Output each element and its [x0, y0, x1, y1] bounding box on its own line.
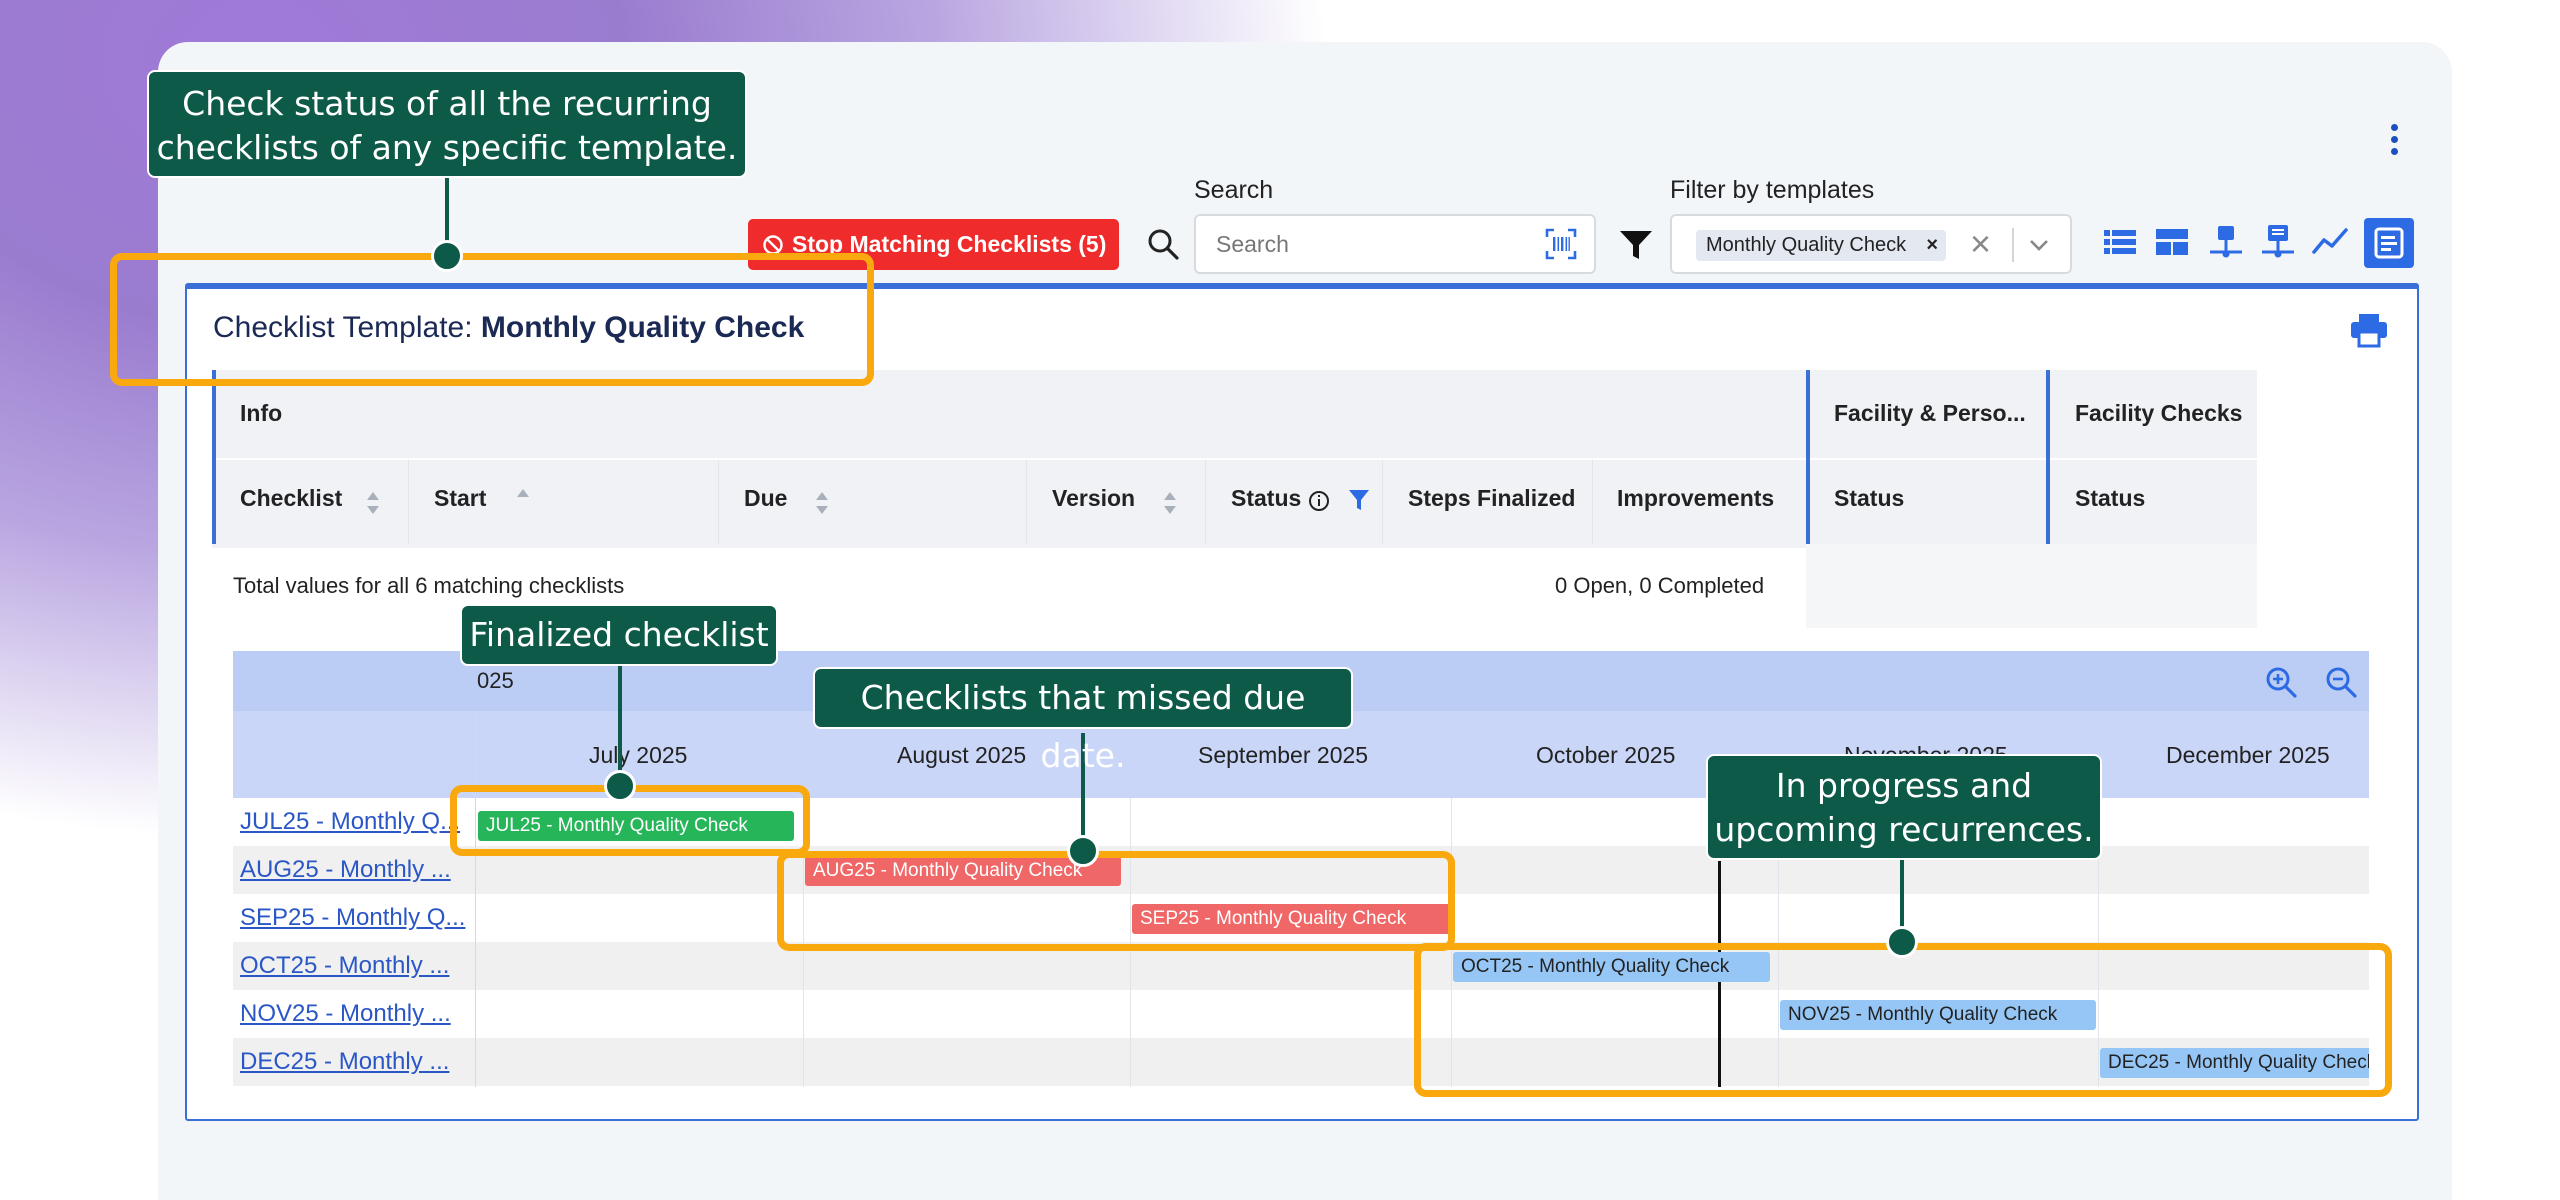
column-divider — [1592, 460, 1593, 544]
info-icon[interactable] — [1308, 490, 1330, 512]
column-header-checklist[interactable]: Checklist — [240, 485, 342, 512]
callout-dot — [1886, 926, 1918, 958]
card-view-icon[interactable] — [2152, 222, 2192, 262]
gantt-month-label: October 2025 — [1536, 742, 1676, 768]
group-summary-cell — [1806, 544, 2257, 628]
gantt-month-label: August 2025 — [897, 742, 1027, 768]
chip-remove-icon[interactable]: × — [1926, 230, 1938, 261]
trend-view-icon[interactable] — [2310, 222, 2350, 262]
column-header-facility-status[interactable]: Status — [1834, 485, 1904, 512]
checklist-link[interactable]: OCT25 - Monthly ... — [240, 942, 449, 990]
template-filter-select[interactable]: Monthly Quality Check × × — [1670, 214, 2072, 274]
sort-icon[interactable] — [1163, 490, 1177, 516]
sort-ascending-icon[interactable] — [516, 486, 530, 512]
checklist-link[interactable]: DEC25 - Monthly ... — [240, 1038, 449, 1086]
column-header-version[interactable]: Version — [1052, 485, 1135, 512]
totals-value: 0 Open, 0 Completed — [1555, 573, 1765, 598]
column-header-due[interactable]: Due — [744, 485, 787, 512]
checklist-link[interactable]: AUG25 - Monthly ... — [240, 846, 451, 894]
callout-connector — [618, 664, 622, 786]
callout-dot — [1067, 835, 1099, 867]
filter-chip: Monthly Quality Check × — [1696, 230, 1947, 261]
highlight-template-title — [110, 253, 874, 386]
sort-icon[interactable] — [815, 490, 829, 516]
group-header-facility-persons: Facility & Perso... — [1834, 400, 2026, 426]
print-icon[interactable] — [2349, 312, 2389, 348]
column-header-steps-finalized[interactable]: Steps Finalized — [1408, 485, 1575, 512]
group-header-info: Info — [240, 400, 283, 426]
zoom-in-icon[interactable] — [2264, 665, 2298, 699]
search-label: Search — [1194, 176, 1274, 204]
clear-filter-icon[interactable]: × — [1970, 226, 1991, 262]
gantt-year-label: 025 — [477, 668, 514, 693]
zoom-out-icon[interactable] — [2324, 665, 2358, 699]
filter-divider — [2012, 228, 2014, 262]
chevron-down-icon[interactable] — [2024, 230, 2054, 260]
list-view-icon[interactable] — [2100, 222, 2140, 262]
org-view-icon[interactable] — [2258, 222, 2298, 262]
callout-missed: Checklists that missed due date. — [813, 667, 1353, 775]
callout-in-progress: In progress and upcoming recurrences. — [1706, 754, 2102, 860]
callout-finalized: Finalized checklist — [460, 604, 778, 666]
group-header-facility-checks: Facility Checks — [2075, 400, 2243, 426]
column-header-start[interactable]: Start — [434, 485, 486, 512]
highlight-upcoming — [1414, 943, 2392, 1097]
checklist-link[interactable]: JUL25 - Monthly Q... — [240, 798, 460, 846]
gantt-month-label: July 2025 — [589, 742, 688, 768]
column-header-facility-checks-status[interactable]: Status — [2075, 485, 2145, 512]
filter-label: Filter by templates — [1670, 176, 1875, 204]
gantt-view-icon[interactable] — [2364, 218, 2414, 268]
sort-icon[interactable] — [366, 490, 380, 516]
callout-template-status: Check status of all the recurring checkl… — [147, 70, 747, 178]
search-icon[interactable] — [1146, 227, 1180, 261]
filter-icon[interactable] — [1618, 228, 1654, 262]
search-input[interactable] — [1194, 214, 1596, 274]
column-filter-icon[interactable] — [1348, 488, 1370, 512]
tree-view-icon[interactable] — [2206, 222, 2246, 262]
column-divider — [1382, 460, 1383, 544]
column-divider — [408, 460, 409, 544]
checklist-link[interactable]: NOV25 - Monthly ... — [240, 990, 451, 1038]
column-divider — [1026, 460, 1027, 544]
callout-dot — [431, 240, 463, 272]
gantt-month-label: December 2025 — [2166, 742, 2330, 768]
column-header-improvements[interactable]: Improvements — [1617, 485, 1774, 512]
column-divider — [718, 460, 719, 544]
gantt-label-divider — [475, 711, 476, 1087]
totals-label: Total values for all 6 matching checklis… — [233, 573, 625, 598]
facility-checks-group-marker — [2046, 370, 2050, 544]
info-group-marker — [212, 370, 216, 544]
highlight-missed — [777, 851, 1455, 951]
gantt-month-label: September 2025 — [1198, 742, 1369, 768]
more-options-icon[interactable] — [2385, 124, 2403, 160]
facility-persons-group-marker — [1806, 370, 1810, 544]
column-header-status[interactable]: Status — [1231, 485, 1301, 512]
checklist-link[interactable]: SEP25 - Monthly Q... — [240, 894, 465, 942]
column-divider — [1205, 460, 1206, 544]
barcode-scan-icon[interactable] — [1545, 228, 1577, 260]
callout-dot — [604, 770, 636, 802]
filter-chip-label: Monthly Quality Check — [1706, 234, 1907, 256]
